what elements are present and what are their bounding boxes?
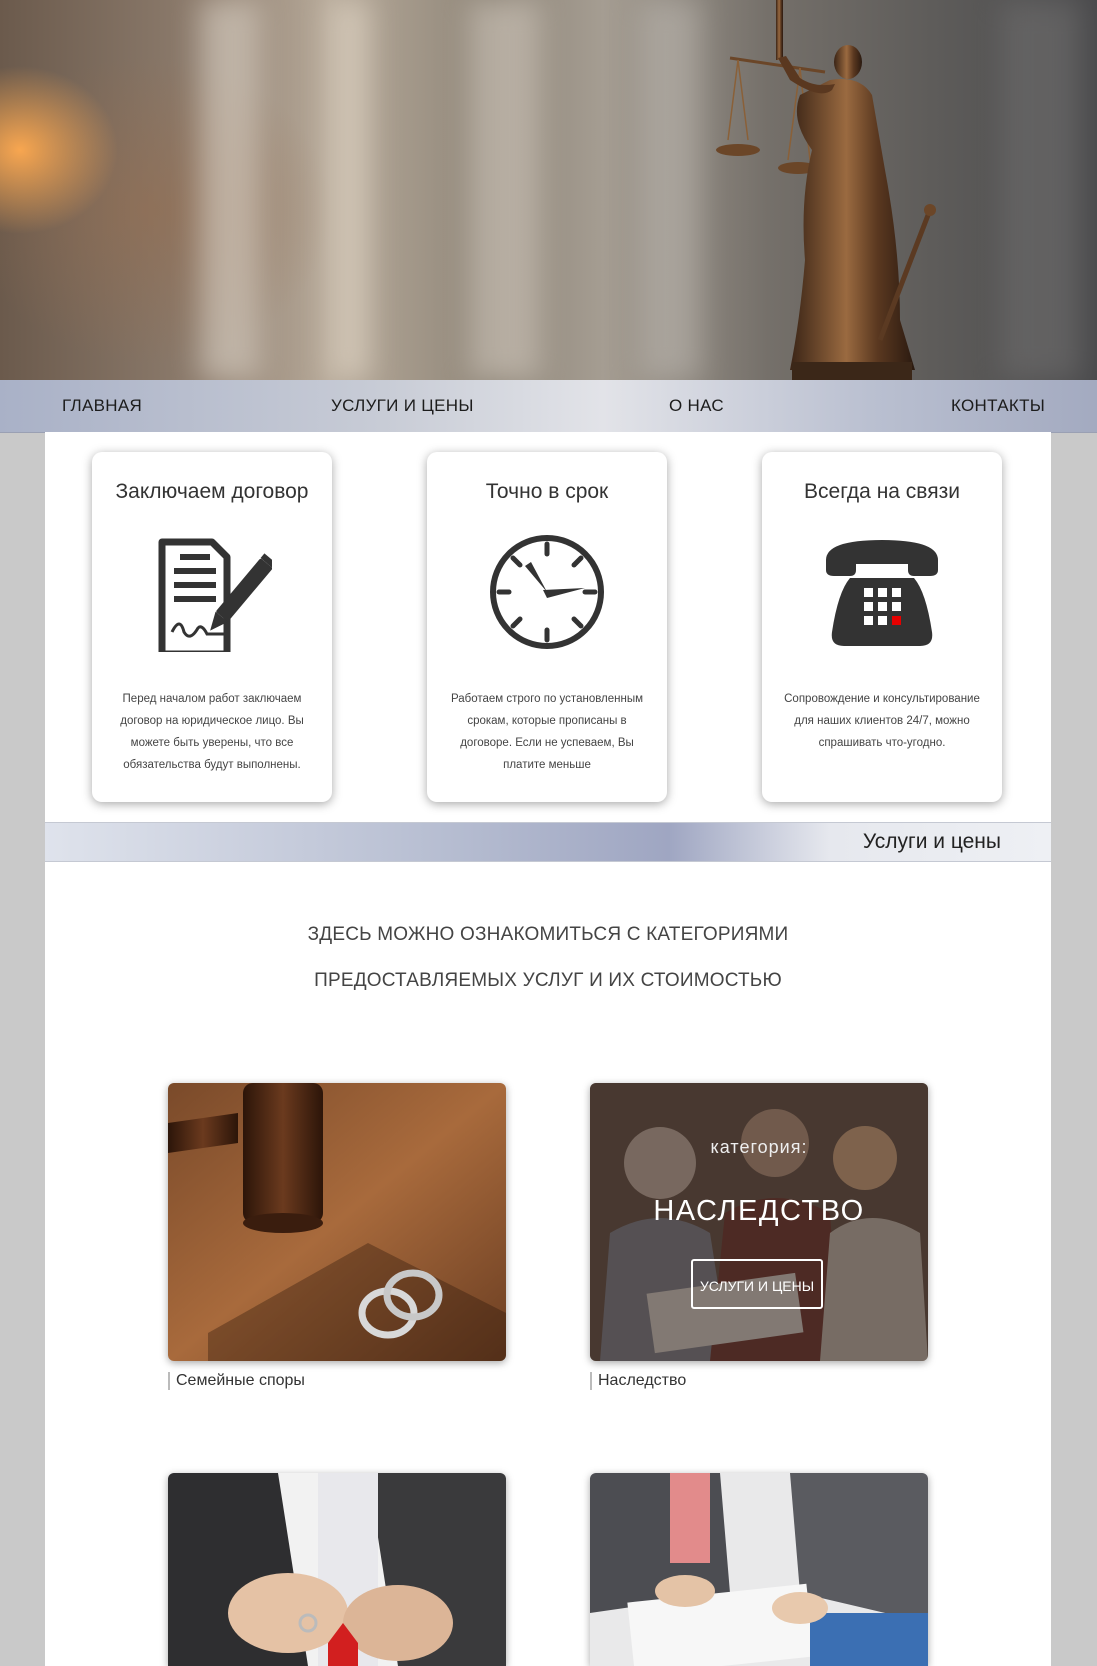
feature-title: Заключаем договор <box>115 480 309 503</box>
category-tile-inheritance[interactable]: категория: НАСЛЕДСТВО УСЛУГИ И ЦЕНЫ <box>590 1083 928 1361</box>
hero-banner <box>0 0 1097 380</box>
feature-description: Сопровождение и консультирование для наш… <box>784 693 980 749</box>
feature-title: Всегда на связи <box>804 480 960 503</box>
services-intro: ЗДЕСЬ МОЖНО ОЗНАКОМИТЬСЯ С КАТЕГОРИЯМИ П… <box>45 912 1051 1004</box>
feature-description: Работаем строго по установленным срокам,… <box>450 693 644 771</box>
services-intro-line: ПРЕДОСТАВЛЯЕМЫХ УСЛУГ И ИХ СТОИМОСТЬЮ <box>314 970 782 991</box>
nav-item-contacts[interactable]: КОНТАКТЫ <box>951 380 1045 432</box>
feature-card-contract: Заключаем договор Перед началом работ за… <box>92 452 332 802</box>
feature-description: Перед началом работ заключаем договор на… <box>120 693 304 771</box>
contract-icon <box>158 538 272 652</box>
nav-item-home[interactable]: ГЛАВНАЯ <box>62 380 142 432</box>
category-caption[interactable]: Семейные споры <box>168 1372 305 1390</box>
keys-handover-photo <box>168 1473 506 1666</box>
telephone-icon <box>826 540 938 646</box>
contract-signing-photo <box>590 1473 928 1666</box>
category-hover-overlay: категория: НАСЛЕДСТВО УСЛУГИ И ЦЕНЫ <box>590 1083 928 1361</box>
category-caption[interactable]: Наследство <box>590 1372 686 1390</box>
services-section-bar: Услуги и цены <box>45 822 1051 862</box>
feature-card-on-time: Точно в срок Работаем строго по установл… <box>427 452 667 802</box>
overlay-category-title: НАСЛЕДСТВО <box>653 1195 865 1227</box>
overlay-category-label: категория: <box>710 1137 808 1157</box>
services-intro-line: ЗДЕСЬ МОЖНО ОЗНАКОМИТЬСЯ С КАТЕГОРИЯМИ <box>307 924 789 945</box>
feature-title: Точно в срок <box>485 480 609 503</box>
services-section-title: Услуги и цены <box>862 830 1001 853</box>
lady-justice-statue <box>716 0 936 380</box>
nav-item-about[interactable]: О НАС <box>669 380 724 432</box>
gavel-and-rings-photo <box>168 1083 506 1361</box>
category-tile-contracts[interactable] <box>590 1473 928 1666</box>
category-tile-family-disputes[interactable] <box>168 1083 506 1361</box>
category-tile-real-estate[interactable] <box>168 1473 506 1666</box>
feature-card-always-available: Всегда на связи Сопровождение и консульт… <box>762 452 1002 802</box>
main-content: Заключаем договор Перед началом работ за… <box>45 432 1051 1666</box>
nav-item-services-prices[interactable]: УСЛУГИ И ЦЕНЫ <box>331 380 474 432</box>
services-prices-button[interactable]: УСЛУГИ И ЦЕНЫ <box>691 1259 823 1309</box>
telephone-red-key <box>892 616 901 625</box>
clock-icon <box>490 535 604 649</box>
main-navigation: ГЛАВНАЯ УСЛУГИ И ЦЕНЫ О НАС КОНТАКТЫ <box>0 380 1097 433</box>
